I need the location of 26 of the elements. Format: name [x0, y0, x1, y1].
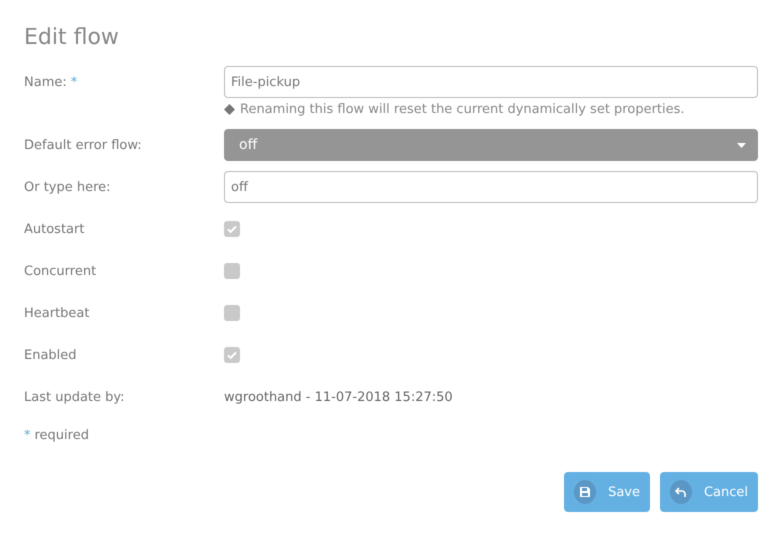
field-value: wgroothand - 11-07-2018 15:27:50 — [224, 390, 453, 404]
cancel-button[interactable]: Cancel — [660, 472, 758, 512]
field-label: Autostart — [24, 222, 84, 236]
caret-icon — [737, 142, 746, 148]
required-mark: * — [24, 428, 30, 442]
field-label: Concurrent — [24, 264, 96, 278]
undo-arrow-icon — [674, 486, 687, 498]
input-field[interactable]: off — [224, 171, 758, 203]
field-label: Name: — [24, 74, 67, 90]
warning-icon — [224, 104, 235, 115]
field-label: Last update by: — [24, 390, 125, 404]
checkbox[interactable] — [224, 347, 240, 363]
field-label: Heartbeat — [24, 306, 90, 320]
page-title: Edit flow — [24, 24, 120, 52]
checkbox[interactable] — [224, 305, 240, 321]
checkbox[interactable] — [224, 263, 240, 279]
help-text: Renaming this flow will reset the current dynamically set properties. — [240, 102, 685, 117]
required-mark: * — [70, 74, 78, 90]
footnote-text: required — [34, 428, 89, 442]
checkbox[interactable] — [224, 221, 240, 237]
field-label: Or type here: — [24, 180, 111, 194]
dropdown-field[interactable]: off — [224, 129, 758, 161]
save-button[interactable]: Save — [564, 472, 650, 512]
input-field[interactable]: File-pickup — [224, 66, 758, 98]
field-label: Default error flow: — [24, 138, 142, 152]
field-label: Enabled — [24, 348, 77, 362]
